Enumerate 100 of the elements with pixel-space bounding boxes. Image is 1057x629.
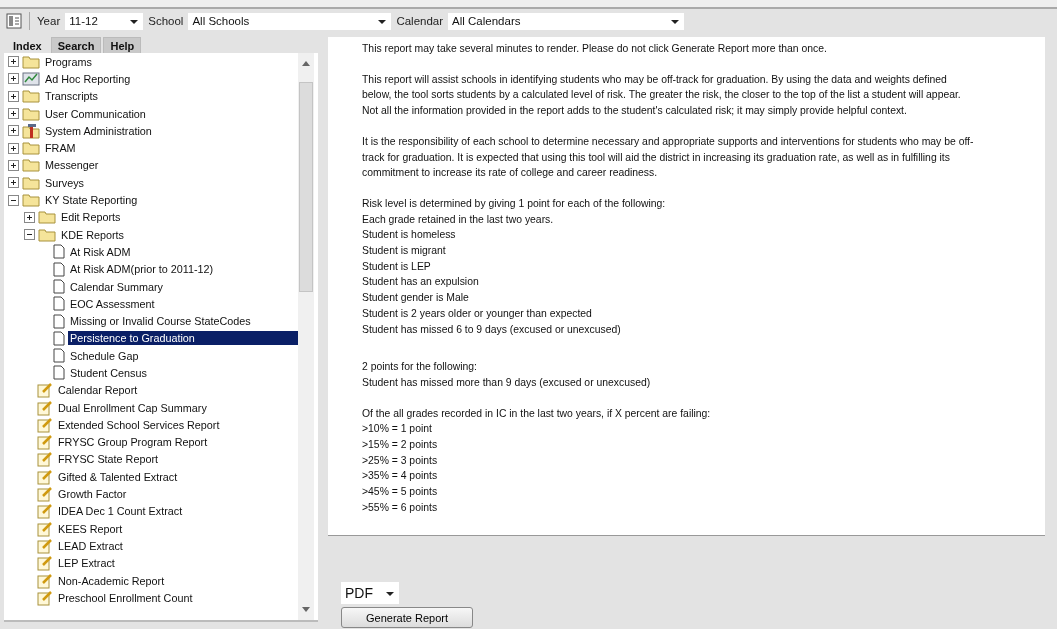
year-dropdown[interactable]: 11-12 <box>65 12 144 30</box>
tree-item[interactable]: Calendar Report <box>56 383 140 398</box>
page-icon <box>53 244 65 260</box>
tree-item[interactable]: Calendar Summary <box>68 279 165 294</box>
tree-item[interactable]: FRYSC State Report <box>56 452 160 467</box>
folder-icon <box>38 227 56 242</box>
expand-toggle[interactable] <box>8 73 19 85</box>
tab[interactable]: Help <box>103 37 142 53</box>
tree-item[interactable]: User Communication <box>43 106 148 121</box>
expand-toggle[interactable] <box>8 56 19 68</box>
page-icon <box>53 279 65 294</box>
page-icon <box>53 330 65 346</box>
description-text: Student is 2 years older or younger than expected <box>362 306 593 321</box>
report-edit-icon <box>37 555 53 572</box>
description-text: Student gender is Male <box>362 291 470 306</box>
page-icon <box>53 296 65 312</box>
tree-item[interactable]: Extended School Services Report <box>56 417 222 432</box>
report-edit-icon <box>37 399 53 416</box>
tree-item[interactable]: LEAD Extract <box>56 538 125 553</box>
generate-report-button[interactable]: Generate Report <box>341 607 473 628</box>
tree-item[interactable]: Programs <box>43 54 94 69</box>
tree-item[interactable]: FRAM <box>43 141 78 156</box>
report-edit-icon <box>37 503 53 520</box>
report-edit-icon <box>37 537 53 554</box>
description-text: Student is homeless <box>362 228 457 243</box>
description-text: Student is LEP <box>362 259 432 274</box>
tree-item[interactable]: Growth Factor <box>56 487 129 502</box>
scrollbar[interactable] <box>298 53 314 620</box>
tree-item[interactable]: Student Census <box>68 366 149 380</box>
collapse-toggle[interactable] <box>8 194 19 206</box>
folder-icon <box>22 106 40 121</box>
description-text: >55% = 6 points <box>362 500 439 515</box>
tree-item[interactable]: Non-Academic Report <box>56 573 167 588</box>
folder-tool-icon <box>22 122 40 139</box>
description-text: Each grade retained in the last two years. <box>362 212 555 227</box>
description-text: >10% = 1 point <box>362 422 433 437</box>
folder-icon <box>38 210 56 225</box>
description-text: Of the all grades recorded in IC in the last two years, if X percent are failing: <box>362 406 712 421</box>
description-text: 2 points for the following: <box>362 360 478 375</box>
tree-item[interactable]: FRYSC Group Program Report <box>56 435 210 450</box>
tree-item[interactable]: KDE Reports <box>59 227 126 242</box>
tab[interactable]: Search <box>50 37 102 53</box>
tree-item[interactable]: Gifted & Talented Extract <box>56 469 180 484</box>
tree-item[interactable]: Missing or Invalid Course StateCodes <box>68 314 253 329</box>
tree-item[interactable]: IDEA Dec 1 Count Extract <box>56 504 185 519</box>
school-dropdown[interactable]: All Schools <box>188 12 392 30</box>
school-label: School <box>148 15 184 27</box>
tree-item[interactable]: At Risk ADM(prior to 2011-12) <box>68 262 216 277</box>
scroll-down-icon[interactable] <box>302 607 310 612</box>
chart-icon <box>22 71 40 86</box>
expand-toggle[interactable] <box>24 211 35 223</box>
year-label: Year <box>37 15 61 27</box>
tree-item[interactable]: Persistence to Graduation <box>68 331 298 346</box>
page-icon <box>53 348 65 364</box>
tree-item[interactable]: Edit Reports <box>59 210 123 225</box>
report-edit-icon <box>37 434 53 451</box>
report-edit-icon <box>37 486 53 503</box>
report-edit-icon <box>37 520 53 537</box>
calendar-dropdown[interactable]: All Calendars <box>448 12 685 30</box>
tree-item[interactable]: Dual Enrollment Cap Summary <box>56 400 209 415</box>
collapse-toggle[interactable] <box>24 229 35 241</box>
expand-toggle[interactable] <box>8 90 19 102</box>
report-edit-icon <box>37 416 53 433</box>
expand-toggle[interactable] <box>8 108 19 120</box>
sidebar-toggle-icon[interactable] <box>6 13 22 29</box>
tree-item[interactable]: LEP Extract <box>56 556 117 571</box>
report-edit-icon <box>37 382 53 399</box>
tree-item[interactable]: EOC Assessment <box>68 296 157 311</box>
tree-item[interactable]: Messenger <box>43 158 101 173</box>
report-edit-icon <box>37 468 53 485</box>
calendar-label: Calendar <box>396 15 444 27</box>
tree-item[interactable]: KY State Reporting <box>43 193 140 207</box>
description-text: Student has an expulsion <box>362 275 480 290</box>
page-icon <box>53 365 65 381</box>
expand-toggle[interactable] <box>8 125 19 137</box>
tree-item[interactable]: Ad Hoc Reporting <box>43 71 133 86</box>
folder-icon <box>22 89 40 104</box>
tree-item[interactable]: KEES Report <box>56 521 125 536</box>
tree-item[interactable]: At Risk ADM <box>68 244 133 259</box>
folder-icon <box>22 175 40 190</box>
expand-toggle[interactable] <box>8 177 19 189</box>
folder-icon <box>22 158 40 173</box>
tree-item[interactable]: Surveys <box>43 175 86 190</box>
description-text: Student has missed 6 to 9 days (excused or unexcused) <box>362 322 622 337</box>
folder-icon <box>22 193 40 207</box>
description-text: Risk level is determined by giving 1 point for each of the following: <box>362 196 667 211</box>
expand-toggle[interactable] <box>8 159 19 171</box>
tree-item[interactable]: Preschool Enrollment Count <box>56 590 195 605</box>
tree-item[interactable]: Schedule Gap <box>68 348 141 363</box>
tree-item[interactable]: Transcripts <box>43 89 100 104</box>
description-text: This report may take several minutes to render. Please do not click Generate Report more than once. <box>362 42 828 56</box>
format-dropdown[interactable]: PDF <box>341 582 399 604</box>
scroll-up-icon[interactable] <box>302 61 310 66</box>
description-text: >35% = 4 points <box>362 469 439 484</box>
description-text: >25% = 3 points <box>362 453 439 468</box>
tree-item[interactable]: System Administration <box>43 123 154 138</box>
description-text: This report will assist schools in identifying students who may be off-track for graduation. By using the data and weights defined below, the tool sorts students by a calculated level of risk. The greater the risk, the closer to the top of the list a student will appear. Not all the information provided in the report adds to the student's calculated risk; it may simply provide helpful context. <box>362 72 962 119</box>
description-text: Student has missed more than 9 days (excused or unexcused) <box>362 375 652 390</box>
expand-toggle[interactable] <box>8 142 19 154</box>
report-edit-icon <box>37 451 53 468</box>
